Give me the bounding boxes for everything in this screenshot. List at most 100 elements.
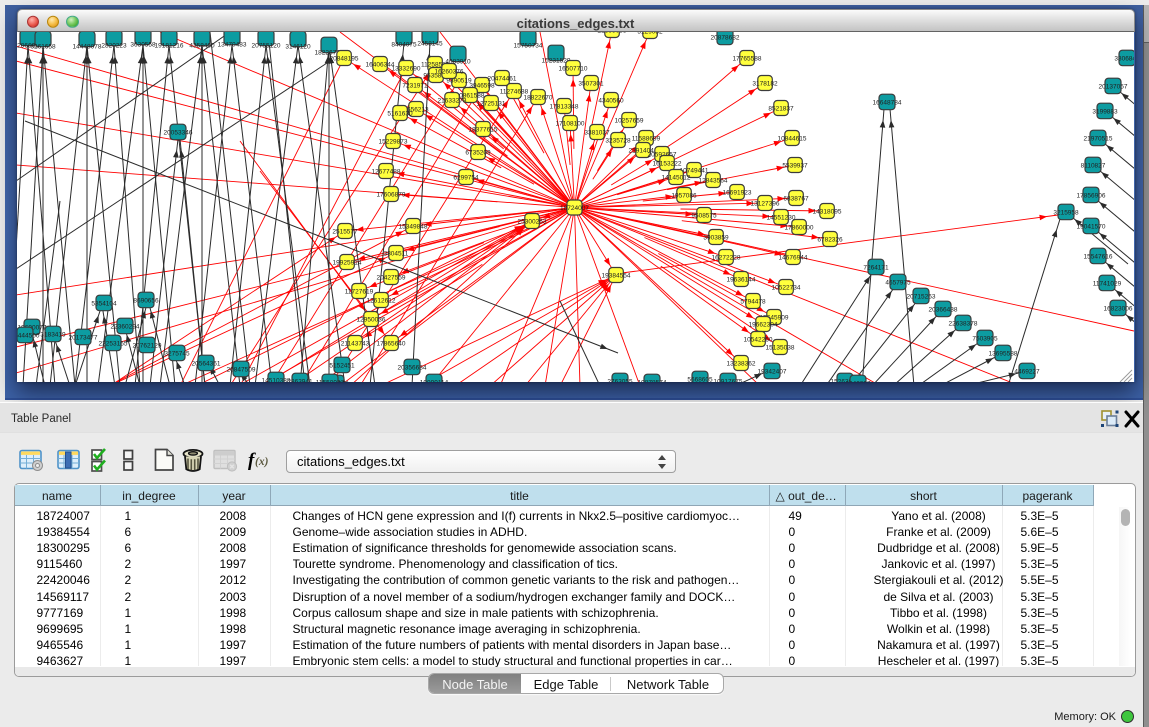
svg-text:20878682: 20878682	[710, 34, 739, 41]
svg-text:12612612: 12612612	[366, 297, 395, 304]
svg-text:12843564: 12843564	[698, 177, 727, 184]
svg-text:8690656: 8690656	[133, 297, 159, 304]
svg-text:6782326: 6782326	[817, 236, 843, 243]
svg-text:21699058: 21699058	[597, 32, 626, 34]
svg-text:20762129: 20762129	[132, 342, 161, 349]
svg-text:4358480: 4358480	[189, 42, 215, 49]
svg-text:20053346: 20053346	[163, 129, 192, 136]
svg-text:18724007: 18724007	[560, 204, 589, 211]
svg-text:11741029: 11741029	[1092, 280, 1121, 287]
svg-text:6261658: 6261658	[30, 43, 56, 50]
svg-text:6040397: 6040397	[845, 380, 871, 382]
svg-text:17856906: 17856906	[1076, 192, 1105, 199]
svg-text:8404075: 8404075	[391, 41, 417, 48]
svg-text:4657975: 4657975	[885, 279, 911, 286]
svg-text:8521837: 8521837	[768, 105, 794, 112]
svg-text:16272228: 16272228	[711, 254, 740, 261]
svg-text:3507301: 3507301	[578, 80, 604, 87]
svg-text:16260376: 16260376	[434, 68, 463, 75]
svg-text:5354104: 5354104	[91, 300, 117, 307]
svg-text:20356684: 20356684	[397, 364, 426, 371]
svg-text:15135038: 15135038	[765, 344, 794, 351]
svg-text:17860000: 17860000	[784, 224, 813, 231]
svg-text:2863941: 2863941	[287, 378, 313, 382]
svg-text:21633273: 21633273	[437, 97, 466, 104]
svg-text:19925914: 19925914	[332, 259, 361, 266]
svg-text:21143743: 21143743	[340, 340, 369, 347]
svg-text:7503905: 7503905	[972, 335, 998, 342]
svg-text:10257659: 10257659	[614, 117, 643, 124]
svg-text:14318095: 14318095	[812, 208, 841, 215]
svg-text:19662304: 19662304	[748, 321, 777, 328]
svg-text:12725131: 12725131	[476, 100, 505, 107]
svg-text:15349848: 15349848	[398, 223, 427, 230]
svg-text:20137057: 20137057	[1098, 83, 1127, 90]
svg-text:20847509: 20847509	[226, 366, 255, 373]
svg-text:13695588: 13695588	[988, 350, 1017, 357]
svg-text:16648784: 16648784	[872, 99, 901, 106]
svg-text:2763055: 2763055	[607, 378, 633, 382]
svg-text:4469227: 4469227	[1014, 368, 1040, 375]
svg-text:18822670: 18822670	[523, 94, 552, 101]
svg-text:15444500: 15444500	[17, 332, 40, 339]
svg-text:(x): (x)	[255, 456, 269, 468]
svg-text:17865640: 17865640	[376, 340, 405, 347]
svg-text:15229873: 15229873	[378, 138, 407, 145]
svg-text:14551230: 14551230	[766, 214, 795, 221]
svg-text:10749441: 10749441	[679, 167, 708, 174]
svg-text:5161630: 5161630	[387, 110, 413, 117]
svg-text:22253165: 22253165	[98, 340, 127, 347]
svg-text:16406344: 16406344	[365, 61, 394, 68]
svg-text:8110827: 8110827	[1080, 162, 1105, 169]
svg-text:4340560: 4340560	[598, 97, 624, 104]
svg-text:18377615: 18377615	[468, 126, 497, 133]
svg-text:14448078: 14448078	[72, 43, 101, 50]
svg-text:5152451: 5152451	[329, 362, 355, 369]
svg-text:6299754: 6299754	[453, 174, 479, 181]
svg-text:11727619: 11727619	[344, 288, 373, 295]
svg-text:5668605: 5668605	[687, 376, 713, 382]
svg-text:3903859: 3903859	[703, 234, 729, 241]
svg-text:20173477: 20173477	[68, 334, 97, 341]
svg-text:6735209: 6735209	[465, 149, 491, 156]
svg-text:14145012: 14145012	[661, 174, 690, 181]
svg-text:7264171: 7264171	[863, 264, 889, 271]
svg-text:25300263: 25300263	[517, 218, 546, 225]
svg-text:19878574: 19878574	[637, 379, 666, 382]
svg-text:2820223: 2820223	[101, 42, 127, 49]
svg-text:22638378: 22638378	[948, 320, 977, 327]
svg-text:20755120: 20755120	[251, 42, 280, 49]
svg-text:12950036: 12950036	[356, 316, 385, 323]
svg-text:21970515: 21970515	[1083, 135, 1112, 142]
svg-text:16691923: 16691923	[722, 189, 751, 196]
svg-text:3306848: 3306848	[1114, 55, 1134, 62]
svg-text:13332690: 13332690	[391, 65, 420, 72]
svg-text:10844615: 10844615	[777, 135, 806, 142]
svg-text:3804511: 3804511	[383, 250, 408, 257]
svg-text:2515577: 2515577	[332, 228, 358, 235]
svg-text:5794478: 5794478	[740, 298, 766, 305]
svg-text:3381037: 3381037	[584, 129, 610, 136]
svg-text:13127396: 13127396	[750, 200, 779, 207]
svg-text:3215958: 3215958	[1053, 209, 1079, 216]
svg-text:12677488: 12677488	[371, 168, 400, 175]
svg-text:5539937: 5539937	[782, 162, 808, 169]
svg-text:6838767: 6838767	[783, 195, 809, 202]
svg-text:22360294: 22360294	[110, 323, 139, 330]
svg-text:3199883: 3199883	[1092, 108, 1118, 115]
svg-text:19384554: 19384554	[601, 272, 630, 279]
svg-text:20427559: 20427559	[376, 274, 405, 281]
svg-text:3178182: 3178182	[752, 80, 778, 87]
svg-text:17606879: 17606879	[376, 191, 405, 198]
svg-text:20715263: 20715263	[906, 293, 935, 300]
svg-text:15547616: 15547616	[1083, 253, 1112, 260]
svg-text:3146120: 3146120	[285, 43, 311, 50]
svg-text:19041570: 19041570	[1076, 223, 1105, 230]
svg-text:20564361: 20564361	[191, 360, 220, 367]
svg-text:11550932: 11550932	[315, 379, 344, 382]
svg-text:15750734: 15750734	[513, 42, 542, 49]
svg-text:19636144: 19636144	[726, 276, 755, 283]
svg-text:10917675: 10917675	[713, 378, 742, 382]
svg-text:10522734: 10522734	[771, 284, 800, 291]
svg-text:3235728: 3235728	[605, 137, 631, 144]
